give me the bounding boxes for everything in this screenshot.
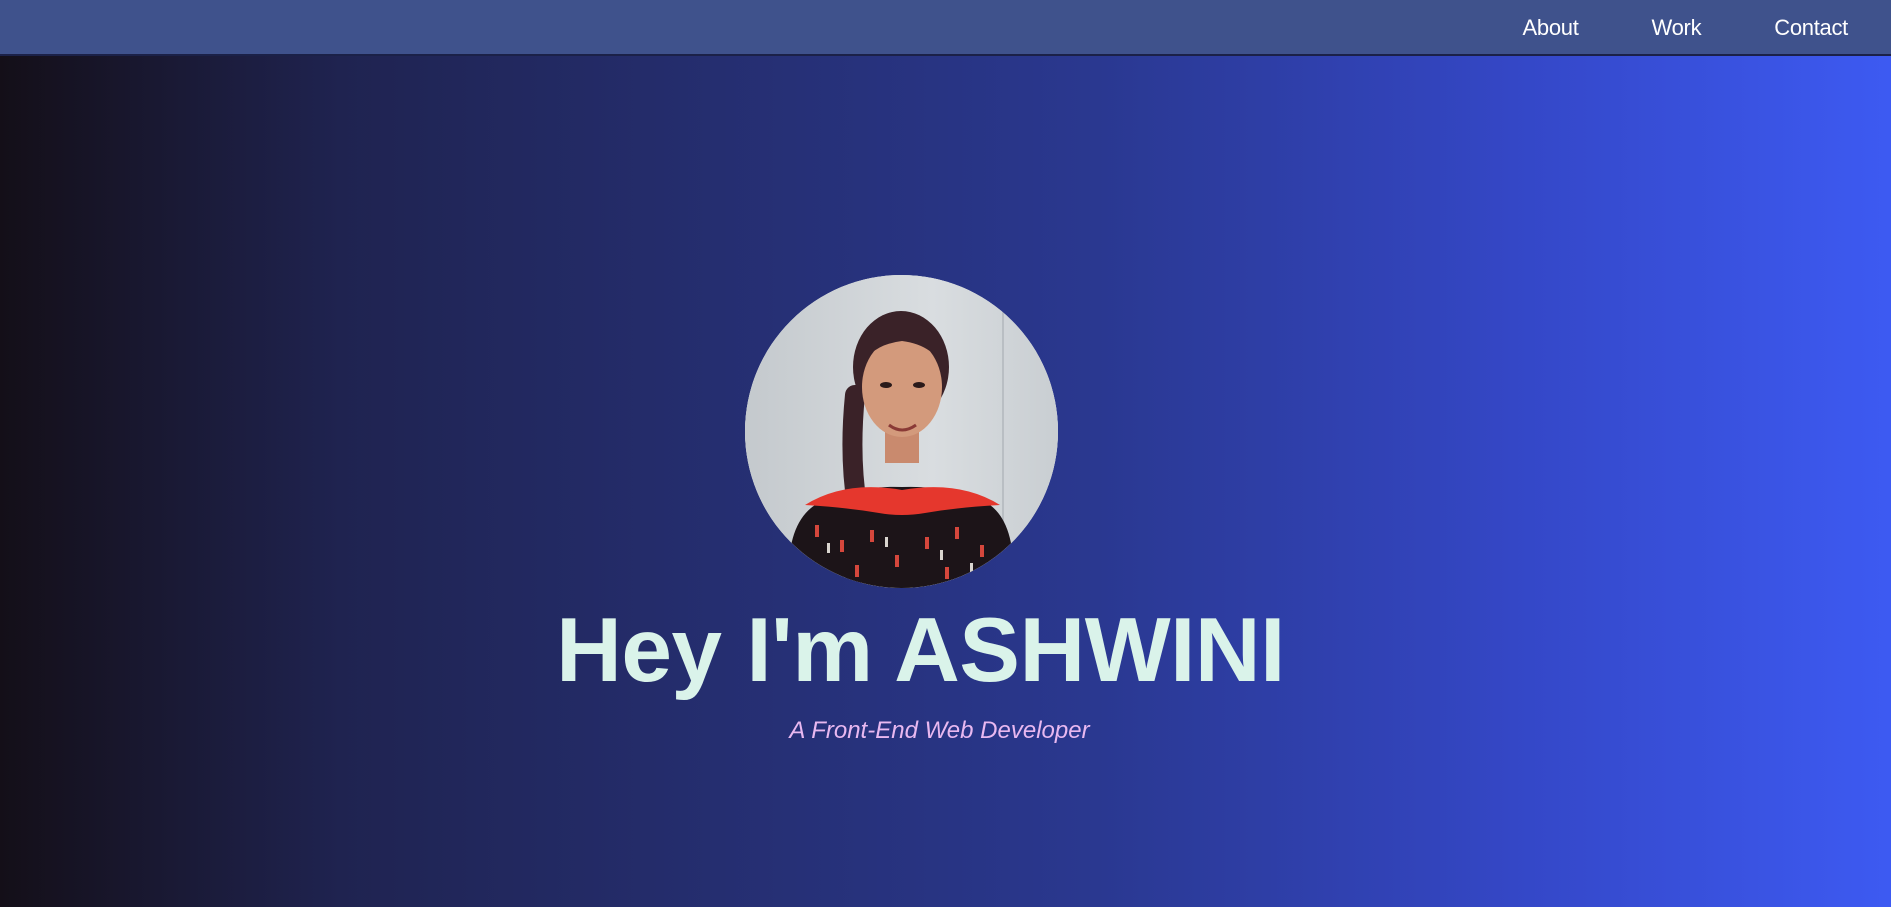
- nav-link-work[interactable]: Work: [1652, 15, 1702, 41]
- page: Hey I'm ASHWINI A Front-End Web Develope…: [0, 0, 1891, 907]
- nav-link-contact[interactable]: Contact: [1774, 15, 1848, 41]
- profile-photo-illustration: [745, 275, 1058, 588]
- hero-subtitle: A Front-End Web Developer: [789, 717, 1090, 744]
- hero-title: Hey I'm ASHWINI: [556, 600, 1285, 701]
- profile-photo: [745, 275, 1058, 588]
- nav-link-about[interactable]: About: [1523, 15, 1579, 41]
- nav-links: About Work Contact: [1450, 0, 1849, 56]
- hero-section: Hey I'm ASHWINI A Front-End Web Develope…: [0, 0, 1891, 907]
- top-navbar: About Work Contact: [0, 0, 1891, 56]
